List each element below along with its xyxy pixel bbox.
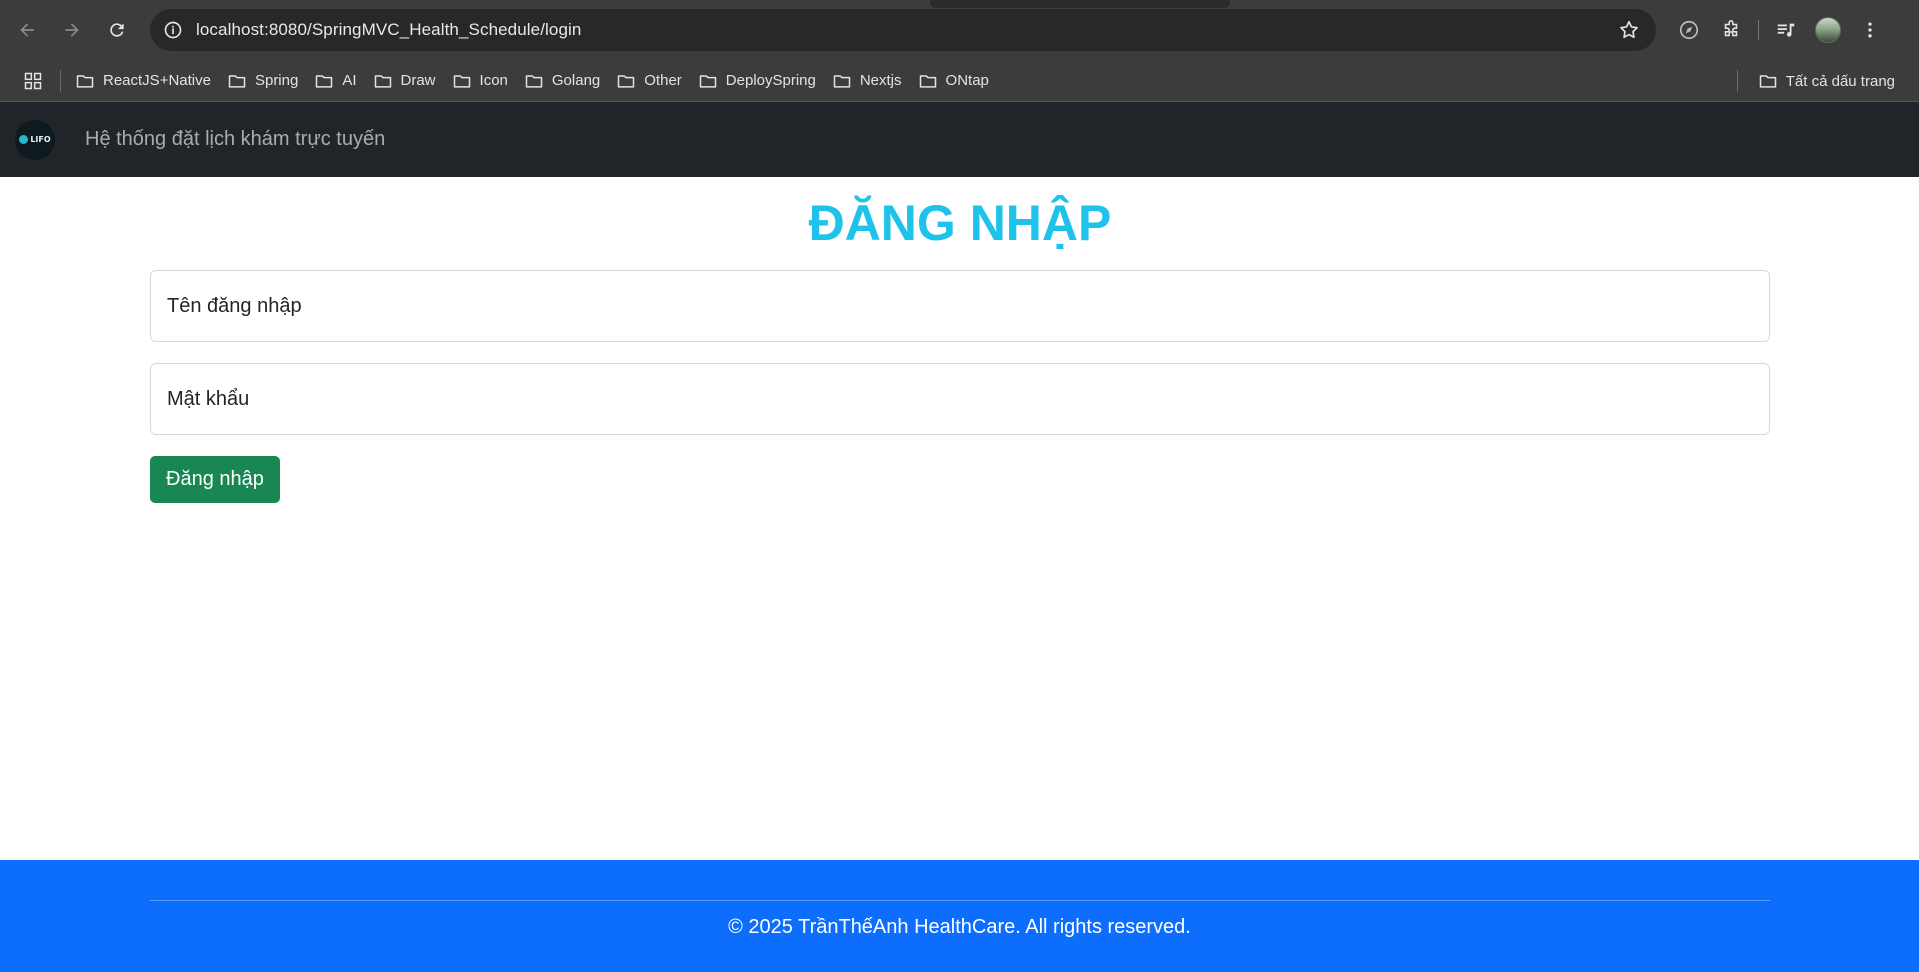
bookmark-label: Spring <box>254 72 299 89</box>
forward-icon <box>65 23 79 37</box>
bookmark-label: Nextjs <box>859 72 902 89</box>
bookmark-label: Golang <box>551 72 601 89</box>
folder-icon <box>374 74 391 88</box>
bookmark-folder[interactable]: AI <box>308 66 362 96</box>
site-info-button[interactable] <box>158 15 188 45</box>
copyright-text: © 2025 TrầnThếAnh HealthCare. All rights… <box>728 916 1191 938</box>
bookmark-folder[interactable]: Golang <box>518 66 606 96</box>
bookmark-label: DeploySpring <box>725 72 816 89</box>
folder-icon <box>228 74 246 88</box>
bookmark-folder[interactable]: DeploySpring <box>692 66 822 96</box>
folder-icon <box>618 74 635 88</box>
bookmarks-divider <box>60 69 61 92</box>
bookmark-folder[interactable]: ReactJS+Native <box>69 66 217 96</box>
bookmarks-bar: ReactJS+Native Spring AI Draw Icon Golan… <box>0 60 1919 102</box>
media-icon <box>1777 23 1795 37</box>
all-bookmarks-button[interactable]: Tất cả dấu trang <box>1752 66 1901 96</box>
folder-icon <box>1759 75 1777 88</box>
bookmark-star-button[interactable] <box>1616 17 1642 43</box>
bookmark-label: AI <box>342 72 357 89</box>
back-icon <box>20 23 34 37</box>
logo-mark <box>19 135 29 144</box>
bookmark-folder[interactable]: Nextjs <box>826 66 908 96</box>
brand-logo[interactable]: LIFO <box>15 119 55 160</box>
url-text[interactable]: localhost:8080/SpringMVC_Health_Schedule… <box>196 20 581 40</box>
tab-strip <box>930 0 1230 8</box>
site-info-icon <box>164 21 182 39</box>
folder-icon <box>316 74 333 88</box>
folder-icon <box>699 74 717 88</box>
folder-icon <box>76 74 94 88</box>
forward-button[interactable] <box>55 13 89 47</box>
username-input[interactable] <box>150 270 1770 342</box>
bookmark-list: ReactJS+Native Spring AI Draw Icon Golan… <box>69 66 999 96</box>
bookmark-folder[interactable]: Draw <box>367 66 442 96</box>
browser-menu-button[interactable] <box>1853 13 1887 47</box>
reload-icon <box>110 23 124 37</box>
bookmark-label: ReactJS+Native <box>103 72 211 89</box>
login-form: Đăng nhập <box>150 270 1770 503</box>
media-control-button[interactable] <box>1769 13 1803 47</box>
bookmark-label: ONtap <box>945 72 989 89</box>
menu-icon <box>1868 22 1872 38</box>
bookmark-folder[interactable]: Other <box>610 66 688 96</box>
folder-icon <box>525 74 543 88</box>
bookmark-label: Draw <box>400 72 436 89</box>
extensions-icon <box>1724 20 1738 37</box>
compass-icon <box>1679 20 1699 40</box>
profile-button[interactable] <box>1811 13 1845 47</box>
bookmark-label: Icon <box>479 72 508 89</box>
password-input[interactable] <box>150 363 1770 435</box>
app-navbar: LIFO Hệ thống đặt lịch khám trực tuyến <box>0 102 1919 177</box>
reload-button[interactable] <box>100 13 134 47</box>
toolbar-divider <box>1758 20 1759 40</box>
login-container: ĐĂNG NHẬP Đăng nhập <box>150 177 1770 503</box>
folder-icon <box>453 74 470 88</box>
back-button[interactable] <box>10 13 44 47</box>
logo-text: LIFO <box>30 135 51 144</box>
page-title: ĐĂNG NHẬP <box>808 195 1112 251</box>
address-bar[interactable]: localhost:8080/SpringMVC_Health_Schedule… <box>150 9 1656 51</box>
browser-toolbar: localhost:8080/SpringMVC_Health_Schedule… <box>0 0 1919 60</box>
navbar-brand-link[interactable]: Hệ thống đặt lịch khám trực tuyến <box>85 128 385 151</box>
bookmarks-divider <box>1736 70 1738 92</box>
bookmark-label: Other <box>644 72 682 89</box>
bookmark-folder[interactable]: Icon <box>446 66 514 96</box>
profile-avatar <box>1815 17 1841 43</box>
footer: © 2025 TrầnThếAnh HealthCare. All rights… <box>0 860 1919 972</box>
bookmark-folder[interactable]: ONtap <box>912 66 995 96</box>
extensions-button[interactable] <box>1714 13 1748 47</box>
apps-button[interactable] <box>20 68 46 94</box>
login-button[interactable]: Đăng nhập <box>150 456 280 503</box>
all-bookmarks-label: Tất cả dấu trang <box>1785 72 1895 90</box>
apps-icon <box>24 72 42 89</box>
folder-icon <box>919 74 936 88</box>
footer-divider <box>150 900 1770 901</box>
folder-icon <box>833 74 851 88</box>
star-icon <box>1620 20 1638 39</box>
bookmark-folder[interactable]: Spring <box>221 66 304 96</box>
compass-button[interactable] <box>1672 13 1706 47</box>
